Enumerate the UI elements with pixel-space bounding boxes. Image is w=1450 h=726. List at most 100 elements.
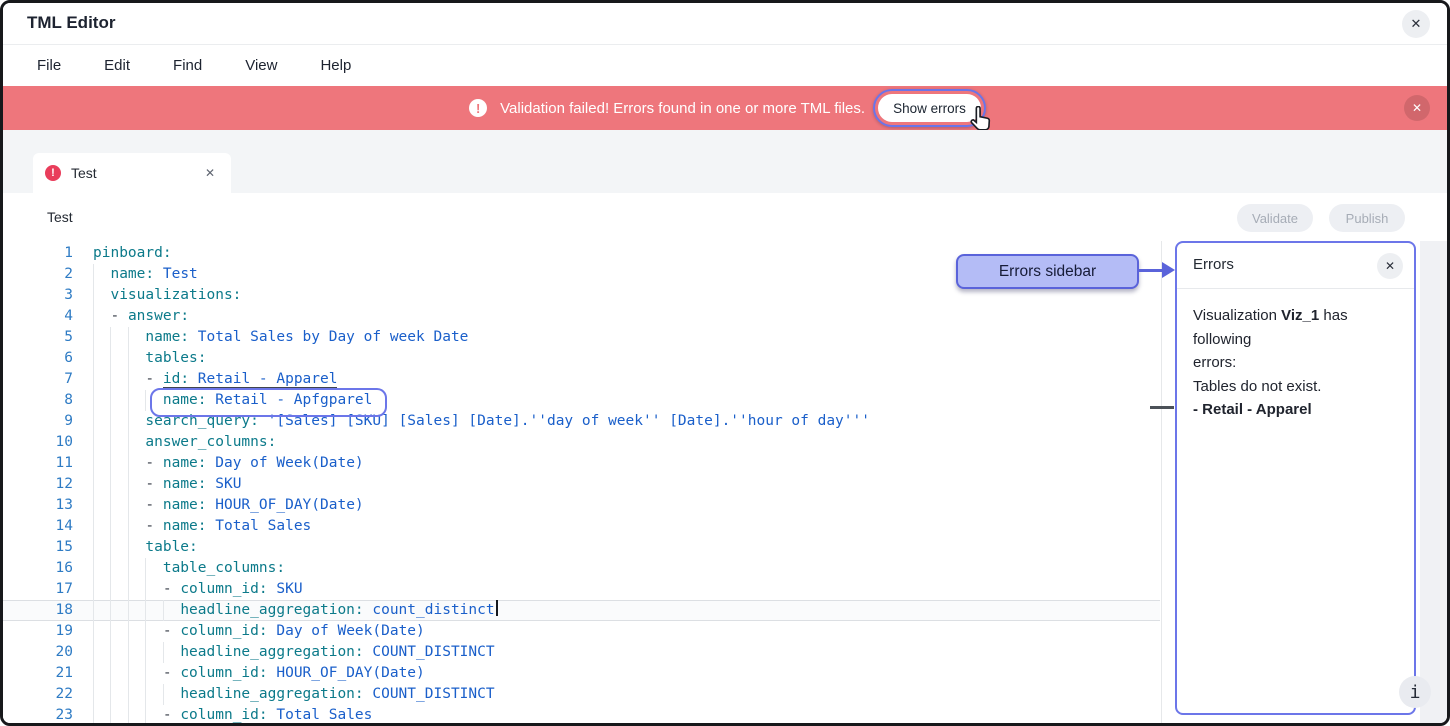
error-text-line: Visualization Viz_1 has following [1193, 304, 1398, 351]
code-token: - [145, 476, 162, 492]
tab-strip: ! Test ✕ [3, 130, 1447, 193]
code-line[interactable]: 23 - column_id: Total Sales [3, 705, 1160, 723]
indent-guide [145, 390, 146, 411]
file-toolbar: Test Validate Publish [3, 193, 1447, 243]
code-line[interactable]: 8 name: Retail - Apfgparel [3, 390, 1160, 411]
indent-guide [145, 621, 146, 642]
code-token: - [145, 518, 162, 534]
banner-close-button[interactable]: ✕ [1404, 95, 1430, 121]
indent-guide [163, 600, 164, 621]
validate-button[interactable]: Validate [1237, 204, 1313, 232]
code-token: - [163, 665, 180, 681]
line-number: 19 [33, 621, 73, 642]
line-number: 4 [33, 306, 73, 327]
indent-guide [110, 411, 111, 432]
indent-guide [110, 600, 111, 621]
line-number: 1 [33, 243, 73, 264]
tml-editor-dialog: TML Editor ✕ FileEditFindViewHelp ! Vali… [0, 0, 1450, 726]
code-token: - [145, 497, 162, 513]
line-number: 3 [33, 285, 73, 306]
indent-guide [128, 390, 129, 411]
line-number: 9 [33, 411, 73, 432]
code-line[interactable]: 20 headline_aggregation: COUNT_DISTINCT [3, 642, 1160, 663]
indent-guide [93, 663, 94, 684]
code-token: headline_aggregation: [180, 686, 363, 702]
menu-find[interactable]: Find [173, 57, 202, 74]
error-text-line: errors: [1193, 351, 1398, 375]
menu-file[interactable]: File [37, 57, 61, 74]
code-line[interactable]: 10 answer_columns: [3, 432, 1160, 453]
code-token: id: [163, 371, 189, 388]
show-errors-button[interactable]: Show errors [878, 94, 981, 122]
indent-guide [110, 579, 111, 600]
indent-guide [93, 600, 94, 621]
indent-guide [145, 705, 146, 723]
code-token: name: [163, 392, 207, 408]
code-token: '[Sales] [SKU] [Sales] [Date].''day of w… [259, 413, 870, 429]
alert-icon: ! [469, 99, 487, 117]
code-line[interactable]: 21 - column_id: HOUR_OF_DAY(Date) [3, 663, 1160, 684]
indent-guide [145, 684, 146, 705]
code-token: headline_aggregation: [180, 602, 363, 618]
code-token: Retail - Apparel [189, 371, 337, 388]
validation-banner: ! Validation failed! Errors found in one… [3, 86, 1447, 130]
tab-close-icon[interactable]: ✕ [201, 164, 219, 182]
indent-guide [93, 474, 94, 495]
code-line[interactable]: 19 - column_id: Day of Week(Date) [3, 621, 1160, 642]
code-token: name: [163, 497, 207, 513]
code-token: name: [163, 518, 207, 534]
code-token: name: [110, 266, 154, 282]
indent-guide [93, 537, 94, 558]
line-number: 23 [33, 705, 73, 723]
close-icon: ✕ [1411, 16, 1422, 32]
indent-guide [128, 705, 129, 723]
code-line[interactable]: 18 headline_aggregation: count_distinct [3, 600, 1160, 621]
code-token: - [163, 623, 180, 639]
indent-guide [128, 537, 129, 558]
code-token: table: [145, 539, 197, 555]
line-number: 18 [33, 600, 73, 621]
code-line[interactable]: 15 table: [3, 537, 1160, 558]
dialog-close-button[interactable]: ✕ [1402, 10, 1430, 38]
code-line[interactable]: 12 - name: SKU [3, 474, 1160, 495]
code-token: tables: [145, 350, 206, 366]
code-editor[interactable]: 1pinboard:2 name: Test3 visualizations:4… [3, 243, 1160, 723]
indent-guide [128, 474, 129, 495]
code-line[interactable]: 9 search_query: '[Sales] [SKU] [Sales] [… [3, 411, 1160, 432]
code-line[interactable]: 16 table_columns: [3, 558, 1160, 579]
menu-edit[interactable]: Edit [104, 57, 130, 74]
indent-guide [93, 621, 94, 642]
code-token: column_id: [180, 665, 267, 681]
code-line[interactable]: 6 tables: [3, 348, 1160, 369]
code-line[interactable]: 7 - id: Retail - Apparel [3, 369, 1160, 390]
line-number: 11 [33, 453, 73, 474]
line-number: 14 [33, 516, 73, 537]
info-badge[interactable]: i [1399, 676, 1431, 708]
code-line[interactable]: 22 headline_aggregation: COUNT_DISTINCT [3, 684, 1160, 705]
indent-guide [163, 642, 164, 663]
code-line[interactable]: 4 - answer: [3, 306, 1160, 327]
line-number: 8 [33, 390, 73, 411]
indent-guide [93, 579, 94, 600]
tab-test[interactable]: ! Test ✕ [33, 153, 231, 193]
indent-guide [145, 558, 146, 579]
code-token: - [110, 308, 127, 324]
line-number: 5 [33, 327, 73, 348]
code-token: pinboard: [93, 245, 172, 261]
menu-help[interactable]: Help [320, 57, 351, 74]
code-line[interactable]: 13 - name: HOUR_OF_DAY(Date) [3, 495, 1160, 516]
menu-view[interactable]: View [245, 57, 277, 74]
indent-guide [110, 642, 111, 663]
code-line[interactable]: 5 name: Total Sales by Day of week Date [3, 327, 1160, 348]
errors-panel-close-button[interactable]: ✕ [1377, 253, 1403, 279]
code-line[interactable]: 17 - column_id: SKU [3, 579, 1160, 600]
indent-guide [128, 642, 129, 663]
code-token: answer_columns: [145, 434, 276, 450]
code-line[interactable]: 11 - name: Day of Week(Date) [3, 453, 1160, 474]
code-token: Total Sales [268, 707, 373, 723]
indent-guide [128, 411, 129, 432]
indent-guide [110, 663, 111, 684]
publish-button[interactable]: Publish [1329, 204, 1405, 232]
code-line[interactable]: 14 - name: Total Sales [3, 516, 1160, 537]
indent-guide [110, 369, 111, 390]
